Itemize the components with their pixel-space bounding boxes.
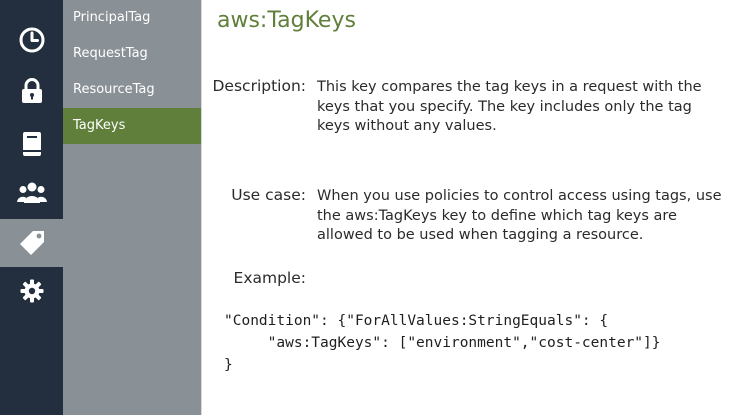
page-title: aws:TagKeys: [217, 8, 356, 33]
users-icon: [16, 182, 47, 203]
clock-icon: [19, 27, 44, 53]
rail-item-users[interactable]: [0, 169, 63, 217]
description-text: This key compares the tag keys in a requ…: [317, 79, 702, 134]
rail-item-settings[interactable]: [0, 267, 63, 315]
condition-key-nav: PrincipalTag RequestTag ResourceTag TagK…: [63, 0, 201, 415]
app-window: PrincipalTag RequestTag ResourceTag TagK…: [0, 0, 735, 415]
icon-rail: [0, 0, 63, 415]
example-code-block: "Condition": {"ForAllValues:StringEquals…: [224, 313, 661, 373]
subnav-item-requesttag[interactable]: RequestTag: [63, 36, 201, 72]
use-case-label: Use case:: [231, 186, 306, 204]
use-case-text: When you use policies to control access …: [317, 188, 722, 243]
subnav-item-resourcetag[interactable]: ResourceTag: [63, 72, 201, 108]
subnav-item-principaltag[interactable]: PrincipalTag: [63, 0, 201, 36]
lock-icon: [21, 78, 42, 103]
gear-icon: [20, 279, 43, 303]
description-label: Description:: [212, 77, 307, 95]
rail-item-security[interactable]: [0, 67, 63, 115]
rail-item-tags[interactable]: [0, 219, 63, 267]
tag-icon: [19, 231, 44, 255]
rail-item-docs[interactable]: [0, 120, 63, 168]
subnav-item-tagkeys[interactable]: TagKeys: [63, 108, 201, 144]
rail-item-history[interactable]: [0, 16, 63, 64]
example-label: Example:: [233, 269, 306, 287]
main-content: aws:TagKeys Description: This key compar…: [201, 0, 735, 415]
book-icon: [22, 132, 41, 156]
